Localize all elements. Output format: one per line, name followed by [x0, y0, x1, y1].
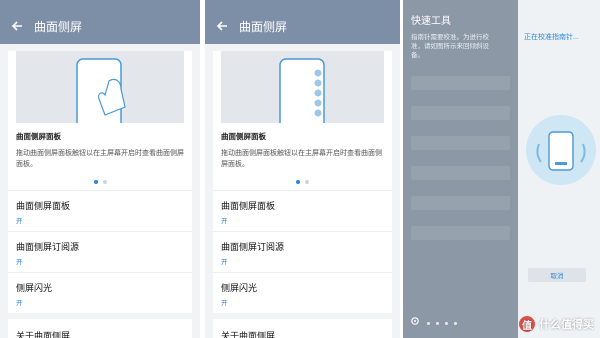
status-bar: [205, 0, 400, 8]
page-dot: [305, 180, 309, 184]
back-arrow-icon[interactable]: [213, 17, 231, 35]
edge-panel-illustration: [221, 51, 384, 123]
page-title: 曲面侧屏: [239, 19, 288, 34]
section-title: 曲面侧屏面板: [221, 132, 266, 141]
screen-edge-settings-1: 曲面侧屏 曲面侧屏面板 拖动曲面侧屏面板触钮以在主屏幕开启时查看曲面侧屏面板。 …: [0, 0, 200, 338]
blurred-tool-row: [411, 226, 510, 240]
setting-title: 曲面侧屏面板: [221, 201, 276, 211]
page-dot: [427, 321, 430, 325]
blurred-tool-row: [411, 196, 510, 210]
app-bar: 曲面侧屏: [205, 8, 400, 44]
setting-edge-panel[interactable]: 曲面侧屏面板 开: [8, 190, 192, 231]
page-dot: [102, 180, 107, 184]
about-edge-screen[interactable]: 关于曲面侧屏: [8, 319, 192, 338]
setting-title: 侧屏闪光: [221, 283, 258, 293]
quick-tools-title: 快速工具: [411, 16, 451, 27]
setting-edge-lighting[interactable]: 侧屏闪光 开: [213, 272, 392, 313]
blurred-tool-row: [411, 106, 510, 120]
setting-title: 侧屏闪光: [16, 283, 53, 293]
screen-edge-settings-2: 曲面侧屏 曲面侧屏面板 拖动曲面侧屏面板触钮以在主屏幕开启时查看曲面侧屏面板。 …: [205, 0, 400, 338]
blurred-tool-row: [411, 166, 510, 180]
edge-gesture-illustration: [16, 51, 184, 123]
edge-panel-card: 曲面侧屏面板 拖动曲面侧屏面板触钮以在主屏幕开启时查看曲面侧屏面板。 曲面侧屏面…: [8, 51, 192, 313]
page-indicator: [213, 170, 392, 190]
setting-status: 开: [221, 218, 228, 225]
setting-title: 曲面侧屏订阅源: [16, 242, 80, 252]
panel-footer: [409, 314, 457, 332]
blurred-tool-row: [411, 76, 510, 90]
page-dot: [436, 321, 439, 325]
status-bar: [0, 0, 200, 8]
edge-panel-card: 曲面侧屏面板 拖动曲面侧屏面板触钮以在主屏幕开启时查看曲面侧屏面板。 曲面侧屏面…: [213, 51, 392, 313]
setting-edge-feeds[interactable]: 曲面侧屏订阅源 开: [8, 231, 192, 272]
app-bar: 曲面侧屏: [0, 8, 200, 44]
setting-title: 曲面侧屏订阅源: [221, 242, 285, 252]
compass-calibration-hint: 指南针需要校准。为进行校准，请如图所示来回倾斜设备。: [411, 34, 489, 59]
quick-tools-panel: 快速工具 指南针需要校准。为进行校准，请如图所示来回倾斜设备。: [403, 0, 518, 338]
setting-status: 开: [16, 300, 23, 307]
setting-status: 开: [16, 259, 23, 266]
setting-status: 开: [16, 218, 23, 225]
setting-edge-feeds[interactable]: 曲面侧屏订阅源 开: [213, 231, 392, 272]
watermark-badge: 值: [519, 316, 535, 332]
blurred-tool-row: [411, 136, 510, 150]
page-dot-active: [93, 180, 98, 184]
screen-quick-tools: 快速工具 指南针需要校准。为进行校准，请如图所示来回倾斜设备。 正在校准指南针.…: [403, 0, 600, 338]
section-description: 拖动曲面侧屏面板触钮以在主屏幕开启时查看曲面侧屏面板。: [16, 150, 184, 168]
watermark-text: 什么值得买: [539, 319, 594, 331]
site-watermark: 值 什么值得买: [519, 316, 594, 332]
setting-status: 开: [221, 300, 228, 307]
about-edge-screen[interactable]: 关于曲面侧屏: [213, 319, 392, 338]
section-title: 曲面侧屏面板: [16, 132, 61, 141]
calibrating-label: 正在校准指南针...: [524, 34, 579, 41]
page-dot-active: [296, 180, 300, 184]
compass-calibration: 正在校准指南针... 取消: [518, 0, 600, 338]
page-dot: [454, 321, 457, 325]
settings-gear-icon[interactable]: [409, 314, 421, 332]
tilt-device-illustration: [526, 115, 596, 185]
back-arrow-icon[interactable]: [8, 17, 26, 35]
setting-status: 开: [221, 259, 228, 266]
setting-edge-lighting[interactable]: 侧屏闪光 开: [8, 272, 192, 313]
page-indicator: [8, 170, 192, 190]
setting-edge-panel[interactable]: 曲面侧屏面板 开: [213, 190, 392, 231]
setting-title: 曲面侧屏面板: [16, 201, 71, 211]
page-title: 曲面侧屏: [34, 19, 83, 34]
page-dot: [445, 321, 448, 325]
cancel-button[interactable]: 取消: [528, 268, 586, 282]
section-description: 拖动曲面侧屏面板触钮以在主屏幕开启时查看曲面侧屏面板。: [221, 150, 382, 168]
